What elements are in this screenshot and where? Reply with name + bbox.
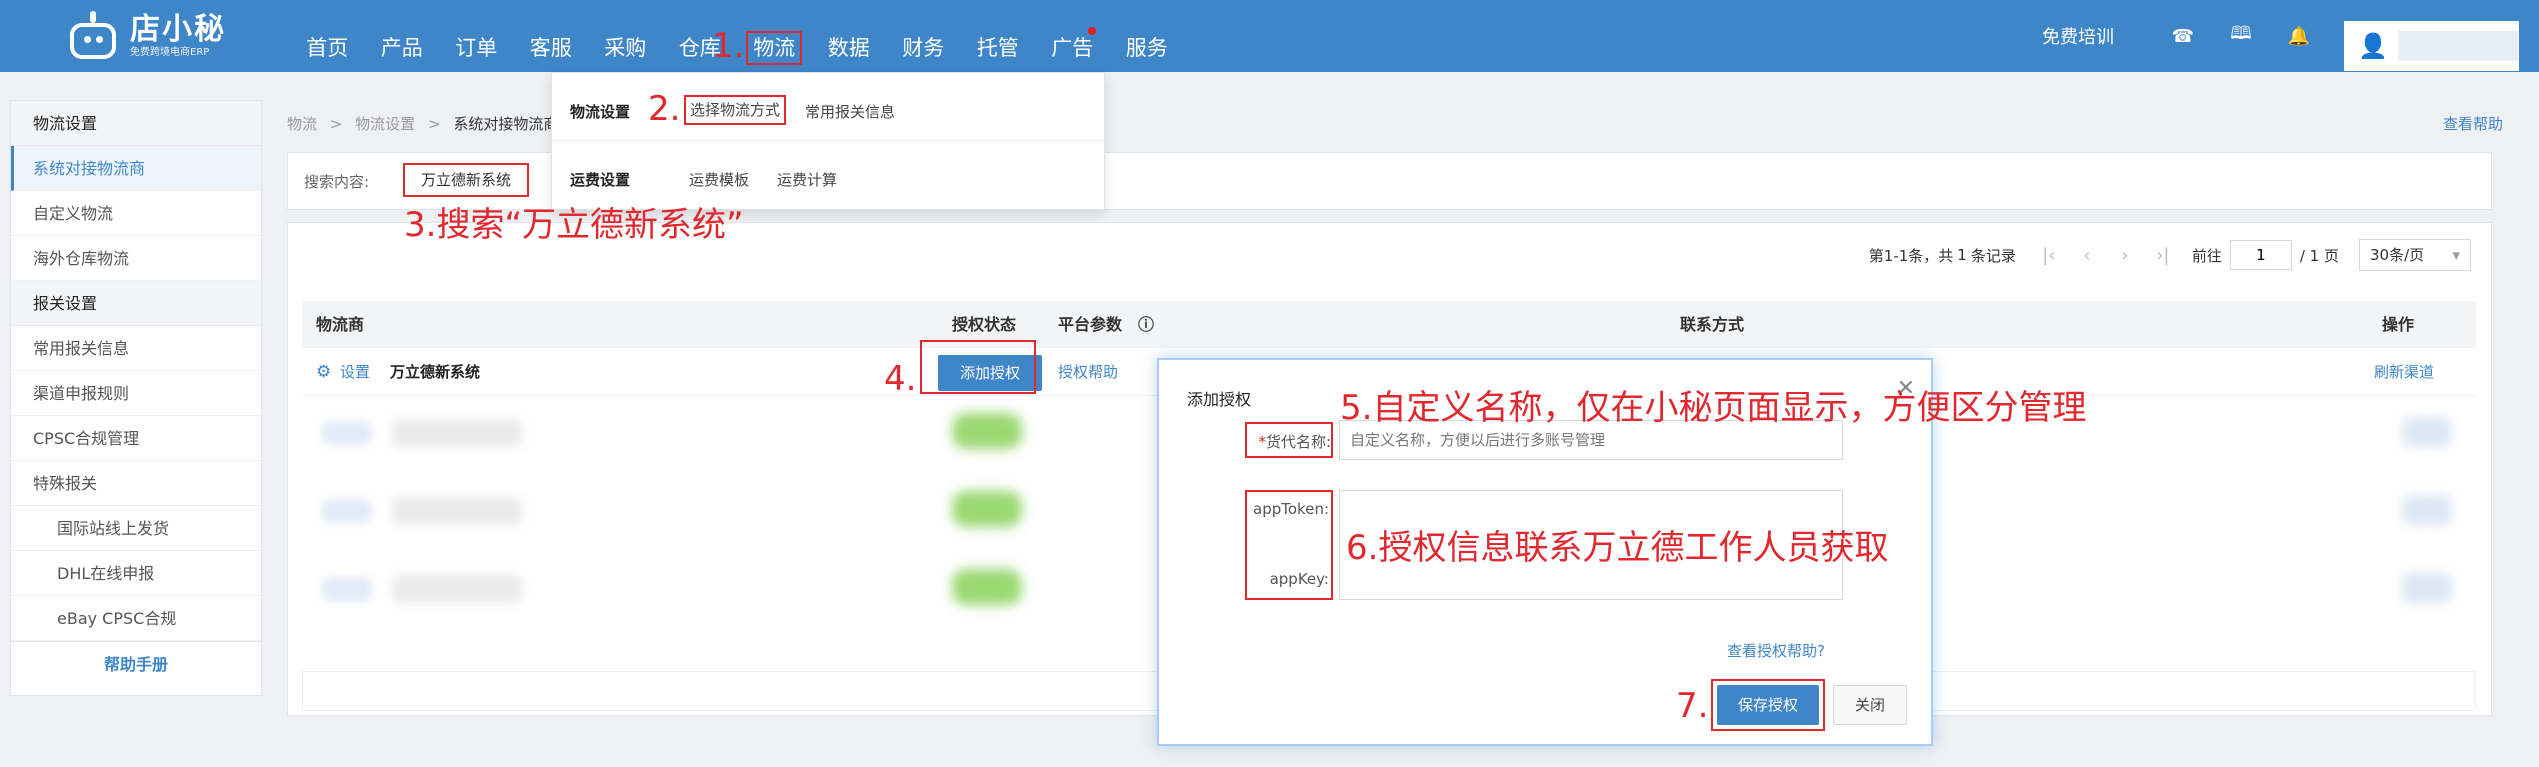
save-authorization-button[interactable]: 保存授权 xyxy=(1717,685,1819,725)
nav-logistics-label: 物流 xyxy=(746,31,803,65)
sidebar: 物流设置 系统对接物流商 自定义物流 海外仓库物流 报关设置 常用报关信息 渠道… xyxy=(10,100,262,696)
freight-calculator-link[interactable]: 运费计算 xyxy=(777,169,837,190)
freight-template-link[interactable]: 运费模板 xyxy=(689,169,749,190)
breadcrumb-logistics[interactable]: 物流 xyxy=(287,115,317,133)
nav-products[interactable]: 产品 xyxy=(365,0,440,72)
breadcrumb: 物流 > 物流设置 > 系统对接物流商 xyxy=(287,113,558,134)
username-blurred xyxy=(2397,31,2518,61)
app-token-label: appToken: xyxy=(1253,500,1329,518)
sidebar-item-system-carriers[interactable]: 系统对接物流商 xyxy=(11,146,261,191)
headset-icon[interactable]: ☎ xyxy=(2154,26,2212,47)
settings-link[interactable]: 设置 xyxy=(340,348,370,396)
goto-label: 前往 xyxy=(2191,246,2222,265)
select-logistics-method-link[interactable]: 选择物流方式 xyxy=(684,95,787,125)
notification-dot xyxy=(1087,27,1096,35)
annotation-step-7: 7. xyxy=(1676,686,1709,726)
sidebar-item-intl-station[interactable]: 国际站线上发货 xyxy=(11,506,261,551)
sidebar-item-customs-info[interactable]: 常用报关信息 xyxy=(11,326,261,371)
book-icon[interactable]: 🕮 xyxy=(2212,21,2270,51)
sidebar-item-cpsc[interactable]: CPSC合规管理 xyxy=(11,416,261,461)
last-page-icon[interactable]: ›| xyxy=(2144,245,2182,266)
logo-subtitle: 免费跨境电商ERP xyxy=(130,47,210,58)
logo[interactable]: 店小秘 免费跨境电商ERP xyxy=(64,8,234,64)
col-platform-params: 平台参数 xyxy=(1058,315,1123,334)
nav-finance[interactable]: 财务 xyxy=(886,0,961,72)
pager-summary-prefix: 第1-1条，共 xyxy=(1868,246,1954,265)
refresh-channels-link[interactable]: 刷新渠道 xyxy=(2374,348,2434,396)
sidebar-item-special-customs[interactable]: 特殊报关 xyxy=(11,461,261,506)
dialog-title: 添加授权 xyxy=(1187,390,1252,409)
user-icon: 👤 xyxy=(2358,32,2388,60)
sidebar-item-overseas-warehouse[interactable]: 海外仓库物流 xyxy=(11,236,261,281)
forwarder-name-label: *货代名称: xyxy=(1247,431,1331,452)
page-size-select[interactable]: 30条/页 xyxy=(2359,239,2471,271)
view-help-link[interactable]: 查看帮助 xyxy=(2443,113,2503,134)
bell-icon[interactable]: 🔔 xyxy=(2270,26,2328,47)
breadcrumb-current: 系统对接物流商 xyxy=(453,115,559,133)
search-input[interactable]: 万立德新系统 xyxy=(403,163,529,197)
sidebar-item-dhl[interactable]: DHL在线申报 xyxy=(11,551,261,596)
user-avatar[interactable]: 👤 xyxy=(2344,21,2519,71)
sidebar-item-custom-logistics[interactable]: 自定义物流 xyxy=(11,191,261,236)
dropdown-title-logistics-settings: 物流设置 xyxy=(570,103,631,121)
nav-purchase[interactable]: 采购 xyxy=(588,0,663,72)
logistics-dropdown-menu: 物流设置 选择物流方式 常用报关信息 运费设置 运费模板 运费计算 xyxy=(551,72,1105,210)
breadcrumb-logistics-settings[interactable]: 物流设置 xyxy=(355,115,415,133)
view-authorization-help-link[interactable]: 查看授权帮助? xyxy=(1727,640,1825,661)
carrier-name: 万立德新系统 xyxy=(390,363,481,381)
col-operations: 操作 xyxy=(2382,315,2415,334)
nav-home[interactable]: 首页 xyxy=(290,0,365,72)
auth-button-highlight xyxy=(920,340,1036,394)
forwarder-name-label-text: 货代名称: xyxy=(1265,433,1331,451)
nav-ads[interactable]: 广告 xyxy=(1035,0,1110,72)
breadcrumb-separator: > xyxy=(329,115,343,133)
sidebar-group-customs: 报关设置 xyxy=(11,281,261,326)
sidebar-item-ebay-cpsc[interactable]: eBay CPSC合规 xyxy=(11,596,261,641)
annotation-step-6: 6.授权信息联系万立德工作人员获取 xyxy=(1346,528,1889,568)
annotation-step-4: 4. xyxy=(884,359,917,399)
first-page-icon[interactable]: |‹ xyxy=(2030,245,2068,266)
table-header: 物流商 授权状态 平台参数 ⓘ 联系方式 操作 xyxy=(302,301,2476,348)
dropdown-title-freight-settings: 运费设置 xyxy=(570,171,631,189)
nav-logistics[interactable]: 物流 xyxy=(737,0,812,72)
next-page-icon[interactable]: › xyxy=(2106,245,2144,266)
help-manual-link[interactable]: 帮助手册 xyxy=(11,641,261,686)
sidebar-item-channel-rules[interactable]: 渠道申报规则 xyxy=(11,371,261,416)
annotation-step-1: 1. xyxy=(712,26,745,66)
breadcrumb-separator: > xyxy=(427,115,441,133)
robot-logo-icon xyxy=(64,11,122,61)
top-bar: 店小秘 免费跨境电商ERP 首页 产品 订单 客服 采购 仓库 物流 数据 财务… xyxy=(0,0,2539,72)
nav-service[interactable]: 客服 xyxy=(514,0,589,72)
prev-page-icon[interactable]: ‹ xyxy=(2068,245,2106,266)
help-circle-icon[interactable]: ⓘ xyxy=(1138,301,1154,349)
free-training-link[interactable]: 免费培训 xyxy=(2042,23,2114,49)
common-customs-info-link[interactable]: 常用报关信息 xyxy=(805,101,895,122)
nav-ads-label: 广告 xyxy=(1051,36,1094,60)
page-number-input[interactable] xyxy=(2229,240,2292,270)
pagination: 第1-1条，共 1 条记录 |‹ ‹ › ›| 前往 / 1 页 30条/页 xyxy=(1869,239,2471,271)
app-key-label: appKey: xyxy=(1269,570,1329,588)
nav-orders[interactable]: 订单 xyxy=(439,0,514,72)
search-label: 搜索内容: xyxy=(304,173,370,191)
close-button[interactable]: 关闭 xyxy=(1833,685,1907,725)
authorization-help-link[interactable]: 授权帮助 xyxy=(1058,348,1118,396)
sidebar-group-logistics: 物流设置 xyxy=(11,101,261,146)
nav-hosting[interactable]: 托管 xyxy=(961,0,1036,72)
nav-data[interactable]: 数据 xyxy=(812,0,887,72)
total-pages: / 1 页 xyxy=(2299,246,2339,265)
dropdown-row-logistics-settings: 物流设置 选择物流方式 常用报关信息 xyxy=(552,73,1104,141)
annotation-step-2: 2. xyxy=(648,89,681,129)
nav-services[interactable]: 服务 xyxy=(1110,0,1185,72)
col-carrier: 物流商 xyxy=(316,315,365,334)
required-mark: * xyxy=(1258,433,1266,451)
logo-title: 店小秘 xyxy=(130,12,226,47)
col-contact: 联系方式 xyxy=(1680,315,1745,334)
annotation-step-3: 3.搜索“万立德新系统” xyxy=(404,205,744,245)
gear-icon[interactable]: ⚙ xyxy=(316,348,331,396)
annotation-step-5: 5.自定义名称，仅在小秘页面显示，方便区分管理 xyxy=(1340,388,2087,428)
pager-summary-count: 1 xyxy=(1957,246,1967,264)
pager-summary-suffix: 条记录 xyxy=(1970,246,2016,265)
